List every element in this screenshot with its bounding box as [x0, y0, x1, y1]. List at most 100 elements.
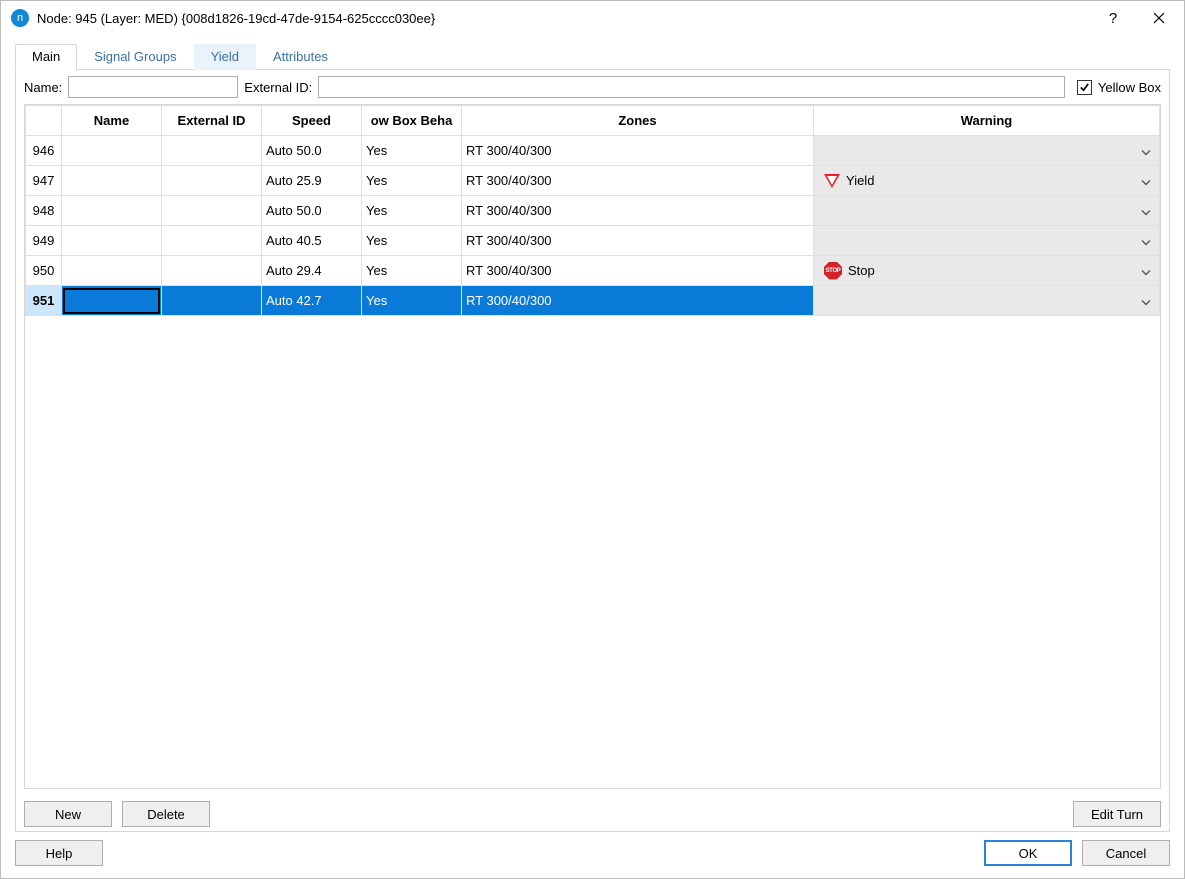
table-wrap: Name External ID Speed ow Box Beha Zones…	[24, 104, 1161, 789]
cell-speed[interactable]: Auto 50.0	[262, 196, 362, 226]
cell-warning-dropdown[interactable]	[814, 226, 1160, 256]
tab-yield[interactable]: Yield	[194, 44, 256, 70]
chevron-down-icon	[1141, 233, 1151, 248]
window-controls: ?	[1090, 1, 1182, 35]
new-button[interactable]: New	[24, 801, 112, 827]
cell-zones[interactable]: RT 300/40/300	[462, 286, 814, 316]
row-header[interactable]: 948	[26, 196, 62, 226]
name-label: Name:	[24, 80, 62, 95]
warning-value	[818, 286, 1155, 315]
chevron-down-icon	[1141, 143, 1151, 158]
table-row[interactable]: 951 Auto 42.7YesRT 300/40/300	[26, 286, 1160, 316]
table-header-row: Name External ID Speed ow Box Beha Zones…	[26, 106, 1160, 136]
cell-yellow-box-behaviour[interactable]: Yes	[362, 136, 462, 166]
external-id-label: External ID:	[244, 80, 312, 95]
cell-external-id[interactable]	[162, 286, 262, 316]
cell-yellow-box-behaviour[interactable]: Yes	[362, 196, 462, 226]
cell-zones[interactable]: RT 300/40/300	[462, 166, 814, 196]
yellow-box-checkbox[interactable]: Yellow Box	[1077, 80, 1161, 95]
cell-warning-dropdown[interactable]: Yield	[814, 166, 1160, 196]
cell-external-id[interactable]	[162, 256, 262, 286]
chevron-down-icon	[1141, 293, 1151, 308]
stop-icon: STOP	[824, 262, 842, 280]
cell-yellow-box-behaviour[interactable]: Yes	[362, 286, 462, 316]
table-row[interactable]: 948 Auto 50.0YesRT 300/40/300	[26, 196, 1160, 226]
tab-signal-groups[interactable]: Signal Groups	[77, 44, 193, 70]
col-name[interactable]: Name	[62, 106, 162, 136]
close-icon[interactable]	[1136, 3, 1182, 33]
cell-speed[interactable]: Auto 29.4	[262, 256, 362, 286]
edit-turn-button[interactable]: Edit Turn	[1073, 801, 1161, 827]
table-row[interactable]: 950 Auto 29.4YesRT 300/40/300STOPStop	[26, 256, 1160, 286]
yellow-box-label: Yellow Box	[1098, 80, 1161, 95]
cell-zones[interactable]: RT 300/40/300	[462, 256, 814, 286]
cell-name[interactable]	[62, 196, 162, 226]
cell-zones[interactable]: RT 300/40/300	[462, 196, 814, 226]
warning-value: Yield	[818, 166, 1155, 195]
content-area: Main Signal Groups Yield Attributes Name…	[1, 35, 1184, 878]
cell-speed[interactable]: Auto 25.9	[262, 166, 362, 196]
cell-warning-dropdown[interactable]	[814, 136, 1160, 166]
cell-yellow-box-behaviour[interactable]: Yes	[362, 166, 462, 196]
cell-speed[interactable]: Auto 50.0	[262, 136, 362, 166]
cell-name[interactable]	[62, 286, 162, 316]
warning-value	[818, 136, 1155, 165]
row-header[interactable]: 947	[26, 166, 62, 196]
warning-value	[818, 196, 1155, 225]
col-warning[interactable]: Warning	[814, 106, 1160, 136]
tab-attributes[interactable]: Attributes	[256, 44, 345, 70]
cell-warning-dropdown[interactable]: STOPStop	[814, 256, 1160, 286]
name-input[interactable]	[68, 76, 238, 98]
titlebar: n Node: 945 (Layer: MED) {008d1826-19cd-…	[1, 1, 1184, 35]
col-zones[interactable]: Zones	[462, 106, 814, 136]
help-button[interactable]: Help	[15, 840, 103, 866]
warning-value	[818, 226, 1155, 255]
chevron-down-icon	[1141, 263, 1151, 278]
cell-external-id[interactable]	[162, 166, 262, 196]
delete-button[interactable]: Delete	[122, 801, 210, 827]
help-icon[interactable]: ?	[1090, 3, 1136, 33]
cell-zones[interactable]: RT 300/40/300	[462, 226, 814, 256]
col-corner[interactable]	[26, 106, 62, 136]
tab-main[interactable]: Main	[15, 44, 77, 70]
chevron-down-icon	[1141, 203, 1151, 218]
row-header[interactable]: 950	[26, 256, 62, 286]
chevron-down-icon	[1141, 173, 1151, 188]
ok-button[interactable]: OK	[984, 840, 1072, 866]
col-yellow-box-behaviour[interactable]: ow Box Beha	[362, 106, 462, 136]
cell-warning-dropdown[interactable]	[814, 196, 1160, 226]
cell-name[interactable]	[62, 136, 162, 166]
turns-table[interactable]: Name External ID Speed ow Box Beha Zones…	[25, 105, 1160, 316]
dialog-buttons-row: Help OK Cancel	[15, 832, 1170, 866]
cell-name[interactable]	[62, 166, 162, 196]
cell-external-id[interactable]	[162, 136, 262, 166]
form-row: Name: External ID: Yellow Box	[16, 70, 1169, 104]
cell-focus-box[interactable]	[63, 288, 160, 314]
yield-icon	[824, 174, 840, 188]
cell-name[interactable]	[62, 226, 162, 256]
warning-text: Yield	[846, 173, 874, 188]
table-row[interactable]: 947 Auto 25.9YesRT 300/40/300 Yield	[26, 166, 1160, 196]
external-id-input[interactable]	[318, 76, 1065, 98]
cell-warning-dropdown[interactable]	[814, 286, 1160, 316]
tabstrip: Main Signal Groups Yield Attributes	[15, 43, 1170, 69]
table-row[interactable]: 949 Auto 40.5YesRT 300/40/300	[26, 226, 1160, 256]
row-header[interactable]: 946	[26, 136, 62, 166]
checkbox-icon	[1077, 80, 1092, 95]
cell-yellow-box-behaviour[interactable]: Yes	[362, 256, 462, 286]
cell-name[interactable]	[62, 256, 162, 286]
row-header[interactable]: 949	[26, 226, 62, 256]
cancel-button[interactable]: Cancel	[1082, 840, 1170, 866]
col-external-id[interactable]: External ID	[162, 106, 262, 136]
cell-zones[interactable]: RT 300/40/300	[462, 136, 814, 166]
app-icon: n	[11, 9, 29, 27]
cell-external-id[interactable]	[162, 226, 262, 256]
window-title: Node: 945 (Layer: MED) {008d1826-19cd-47…	[37, 11, 1090, 26]
row-header[interactable]: 951	[26, 286, 62, 316]
cell-yellow-box-behaviour[interactable]: Yes	[362, 226, 462, 256]
col-speed[interactable]: Speed	[262, 106, 362, 136]
cell-external-id[interactable]	[162, 196, 262, 226]
cell-speed[interactable]: Auto 40.5	[262, 226, 362, 256]
table-row[interactable]: 946 Auto 50.0YesRT 300/40/300	[26, 136, 1160, 166]
cell-speed[interactable]: Auto 42.7	[262, 286, 362, 316]
